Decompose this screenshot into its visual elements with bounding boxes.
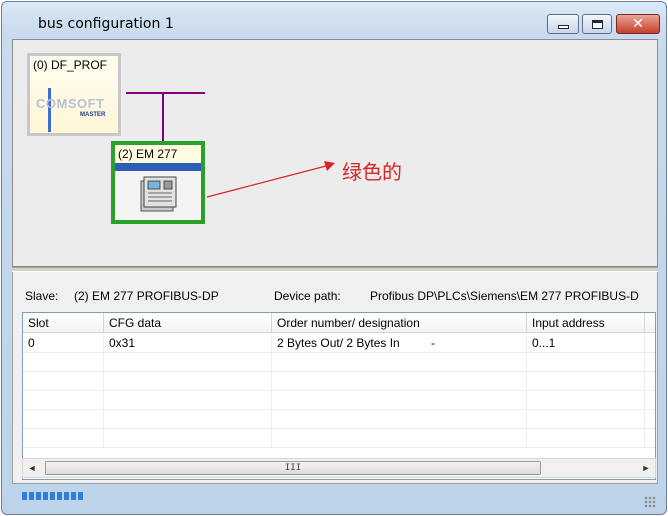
- annotation-arrow-line: [206, 165, 327, 198]
- cell-input-address: 0...1: [527, 334, 645, 353]
- comsoft-logo: COMSOFT: [36, 96, 105, 111]
- column-header-input-address[interactable]: Input address: [527, 313, 645, 333]
- close-button[interactable]: ✕: [616, 14, 660, 34]
- cell-order-number-dash: -: [431, 336, 435, 350]
- slave-label: Slave:: [25, 289, 59, 303]
- window-title: bus configuration 1: [38, 16, 174, 32]
- progress-segment: [22, 492, 27, 500]
- status-bar: [12, 484, 658, 510]
- slave-value: (2) EM 277 PROFIBUS-DP: [74, 289, 219, 303]
- column-header-cfg-data[interactable]: CFG data: [104, 313, 272, 333]
- table-row-empty: [23, 429, 655, 448]
- bus-canvas[interactable]: (0) DF_PROF COMSOFT MASTER (2) EM 277 绿色…: [12, 39, 658, 267]
- scrollbar-grip-icon: III: [284, 463, 302, 473]
- annotation-text: 绿色的: [342, 160, 402, 184]
- close-icon: ✕: [632, 16, 644, 32]
- table-row-empty: [23, 353, 655, 372]
- scrollbar-thumb[interactable]: III: [45, 461, 541, 475]
- cell-order-number-text: 2 Bytes Out/ 2 Bytes In: [277, 336, 400, 350]
- arrow-left-icon: ◄: [27, 463, 37, 473]
- master-device[interactable]: (0) DF_PROF COMSOFT MASTER: [27, 53, 121, 136]
- slave-device[interactable]: (2) EM 277: [111, 141, 205, 224]
- progress-segment: [43, 492, 48, 500]
- device-path-label: Device path:: [274, 289, 341, 303]
- minimize-button[interactable]: [547, 14, 579, 34]
- minimize-icon: [557, 25, 569, 29]
- progress-segment: [64, 492, 69, 500]
- progress-segment: [71, 492, 76, 500]
- progress-segment: [78, 492, 83, 500]
- maximize-button[interactable]: [582, 14, 612, 34]
- slave-device-label: (2) EM 277: [118, 147, 178, 161]
- scroll-left-button[interactable]: ◄: [23, 459, 41, 477]
- progress-segment: [57, 492, 62, 500]
- annotation-arrow-head: [324, 161, 335, 171]
- cell-cfg-data: 0x31: [104, 334, 272, 353]
- column-header-slot[interactable]: Slot: [23, 313, 104, 333]
- maximize-icon: [591, 19, 603, 29]
- progress-segment: [36, 492, 41, 500]
- cell-order-number: 2 Bytes Out/ 2 Bytes In -: [272, 334, 527, 353]
- progress-segment: [29, 492, 34, 500]
- table-row-empty: [23, 372, 655, 391]
- table-row[interactable]: 0 0x31 2 Bytes Out/ 2 Bytes In - 0...1: [23, 334, 655, 353]
- column-header-order-number[interactable]: Order number/ designation: [272, 313, 527, 333]
- arrow-right-icon: ►: [641, 463, 651, 473]
- table-row-empty: [23, 410, 655, 429]
- em277-module-icon: [140, 176, 177, 212]
- scroll-right-button[interactable]: ►: [637, 459, 655, 477]
- resize-grip-icon[interactable]: [644, 496, 656, 508]
- comsoft-logo-sub: MASTER: [80, 112, 106, 118]
- cell-slot: 0: [23, 334, 104, 353]
- device-path-value: Profibus DP\PLCs\Siemens\EM 277 PROFIBUS…: [370, 289, 639, 303]
- table-row-empty: [23, 391, 655, 410]
- progress-indicator: [22, 492, 83, 500]
- progress-segment: [50, 492, 55, 500]
- horizontal-scrollbar[interactable]: ◄ III ►: [22, 458, 656, 478]
- slot-table: Slot CFG data Order number/ designation …: [22, 312, 656, 480]
- table-header: Slot CFG data Order number/ designation …: [23, 313, 655, 333]
- slave-selected-bar: [115, 163, 201, 171]
- master-device-label: (0) DF_PROF: [33, 58, 108, 72]
